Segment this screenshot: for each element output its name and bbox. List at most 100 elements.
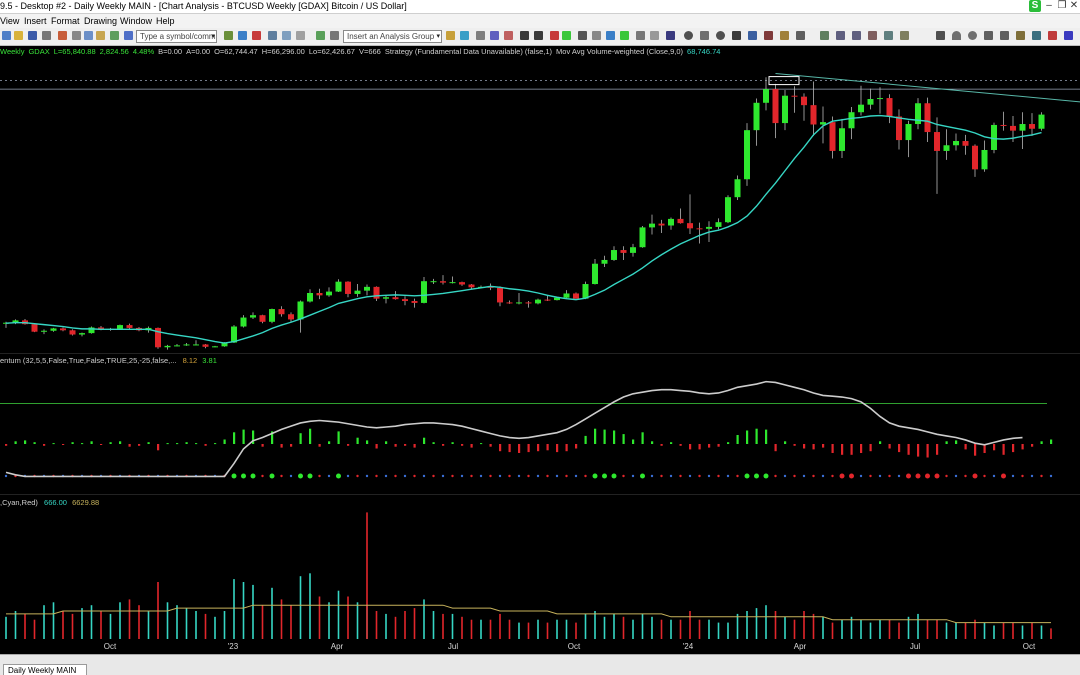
volume-chart[interactable] [0,495,1080,640]
format-icon[interactable] [58,31,67,40]
settings-icon[interactable] [330,31,339,40]
status-field: 68,746.74 [687,47,721,56]
undo-icon[interactable] [110,31,119,40]
chevron-down-icon[interactable]: ▾ [211,31,215,42]
sessions-icon[interactable] [636,31,645,40]
momentum-signal-dot [1030,474,1034,478]
scale-icon[interactable] [666,31,675,40]
point-figure-icon[interactable] [578,31,587,40]
crosshair-icon[interactable] [732,31,741,40]
volume-icon[interactable] [620,31,629,40]
cut-icon[interactable] [72,31,81,40]
data-window-icon[interactable] [476,31,485,40]
pencil-icon[interactable] [1016,31,1025,40]
speed-lines-icon[interactable] [984,31,993,40]
print-icon[interactable] [42,31,51,40]
momentum-signal-dot [470,474,473,478]
candle-style-icon[interactable] [550,31,559,40]
momentum-signal-dot [849,473,854,479]
volume-bar [71,613,74,640]
chart-icon[interactable] [238,31,247,40]
vertical-line-icon[interactable] [852,31,861,40]
tab-daily-weekly-main[interactable]: Daily Weekly MAIN [3,664,88,675]
alert-icon[interactable] [504,31,513,40]
candle-body [725,197,731,223]
menu-help[interactable]: Help [156,14,175,28]
menu-window[interactable]: Window [120,14,152,28]
zoom-out-icon[interactable] [716,31,725,40]
trendline-icon[interactable] [820,31,829,40]
line-style-icon[interactable] [534,31,543,40]
gann-icon[interactable] [1000,31,1009,40]
momentum-signal-dot [726,474,730,478]
link-icon[interactable] [252,31,261,40]
copy-icon[interactable] [84,31,93,40]
window-icon[interactable] [282,31,291,40]
dot-icon[interactable] [592,31,601,40]
histogram-icon[interactable] [606,31,615,40]
strategy-icon[interactable] [460,31,469,40]
momentum-bar [556,444,559,453]
volume-bar [556,619,558,640]
grid-icon[interactable] [224,31,233,40]
symbol-input[interactable]: Type a symbol/command▾ [136,30,217,43]
momentum-bar [1012,444,1015,453]
open-icon[interactable] [14,31,23,40]
candle-body [326,291,332,296]
freehand-icon[interactable] [1032,31,1041,40]
close-icon[interactable]: ✕ [1068,0,1080,12]
candle-body [497,287,503,303]
volume-bar [651,616,653,640]
momentum-bar [223,439,226,444]
volume-bar [195,611,197,640]
analysis-group-input[interactable]: Insert an Analysis Group ▾ [343,30,442,43]
ray-icon[interactable] [868,31,877,40]
menu-view[interactable]: View [0,14,19,28]
candle-body [1038,114,1045,129]
channel-icon[interactable] [884,31,893,40]
momentum-signal-dot [774,474,777,478]
momentum-chart[interactable] [0,354,1080,494]
ellipse-icon[interactable] [968,31,977,40]
chevron-down-icon[interactable]: ▾ [436,31,440,42]
menu-insert[interactable]: Insert [24,14,47,28]
study-icon[interactable] [490,31,499,40]
refresh-icon[interactable] [316,31,325,40]
candle-body [706,226,712,229]
bar-style-icon[interactable] [520,31,529,40]
space-icon[interactable] [650,31,659,40]
momentum-bar [71,442,74,444]
save-icon[interactable] [28,31,37,40]
candle-body [810,105,817,125]
menu-format[interactable]: Format [51,14,80,28]
help-icon[interactable] [124,31,133,40]
tools-icon[interactable] [764,31,773,40]
paste-icon[interactable] [96,31,105,40]
pointer-icon[interactable] [700,31,709,40]
scroll-icon[interactable] [796,31,805,40]
zoom-in-icon[interactable] [684,31,693,40]
table-icon[interactable] [268,31,277,40]
momentum-bar [423,437,426,444]
restore-icon[interactable]: ❐ [1056,0,1068,12]
momentum-signal-dot [744,473,750,479]
price-chart[interactable] [0,57,1080,352]
fibonacci-icon[interactable] [900,31,909,40]
candle-green-icon[interactable] [562,31,571,40]
arc-icon[interactable] [952,31,961,40]
status-badge[interactable]: S [1029,0,1041,12]
eraser-icon[interactable] [1048,31,1057,40]
horizontal-line-icon[interactable] [836,31,845,40]
text-icon[interactable] [748,31,757,40]
marker-icon[interactable] [1064,31,1073,40]
candle-body [297,301,304,320]
candle-body [677,218,684,224]
minimize-icon[interactable]: – [1043,0,1055,12]
menu-drawing[interactable]: Drawing [84,14,117,28]
volume-bar [62,611,64,640]
hand-icon[interactable] [780,31,789,40]
layout-icon[interactable] [296,31,305,40]
new-icon[interactable] [2,31,11,40]
arrow-up-down-icon[interactable] [936,31,945,40]
indicator-icon[interactable] [446,31,455,40]
